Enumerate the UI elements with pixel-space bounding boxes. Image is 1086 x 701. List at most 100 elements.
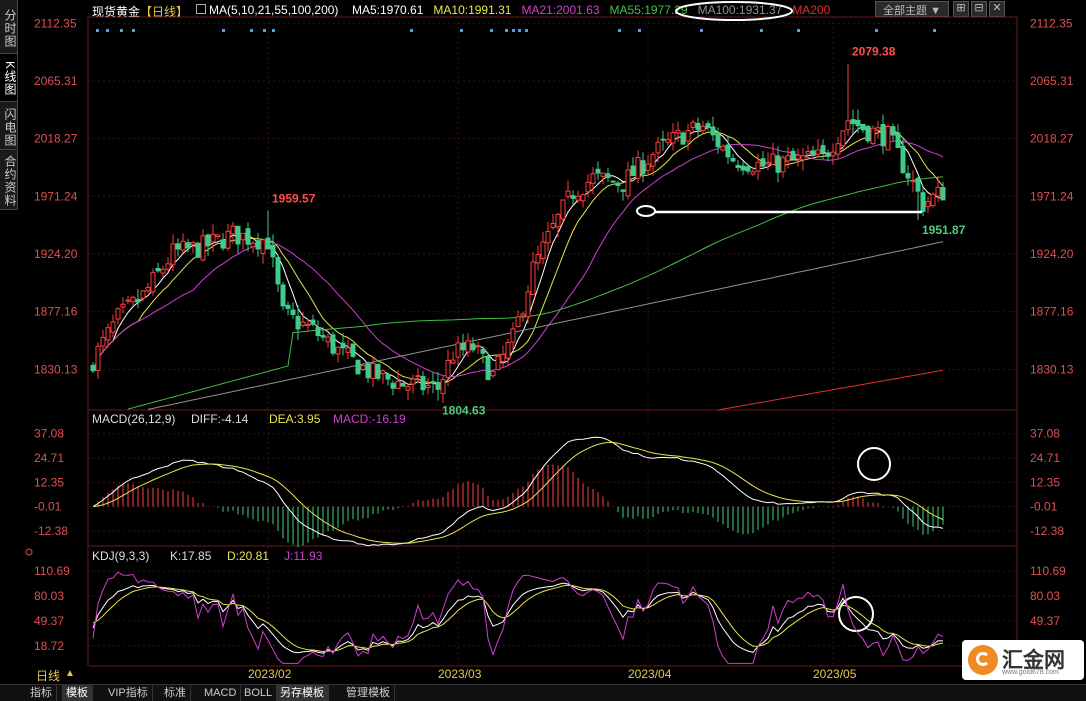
candle-body: [590, 173, 596, 184]
candle-8: [130, 295, 136, 306]
kline-window: 分时图 K线图 闪电图 合约资料 现货黄金 【日线】 MA(5,10,21,55,10…: [0, 0, 1086, 701]
candle-163: [905, 165, 911, 186]
candle-body: [140, 290, 146, 299]
candle-body: [740, 165, 746, 171]
candle-56: [370, 356, 376, 388]
xtick-0: 2023/02: [248, 667, 292, 681]
candle-70: [440, 375, 446, 404]
candle-body: [655, 141, 661, 154]
candle-147: [825, 149, 831, 162]
candle-32: [250, 240, 256, 254]
candle-134: [760, 151, 766, 168]
candle-150: [840, 130, 846, 150]
bottom-tab-5[interactable]: BOLL: [240, 685, 278, 701]
candle-body: [270, 244, 276, 258]
candle-104: [610, 180, 616, 183]
candle-body: [600, 172, 606, 177]
candle-77: [475, 341, 481, 355]
candle-body: [760, 158, 766, 167]
candle-157: [875, 120, 881, 139]
candle-5: [115, 307, 121, 325]
bottom-tab-7[interactable]: 管理模板: [342, 685, 395, 701]
candle-48: [330, 331, 336, 356]
candle-body: [345, 347, 351, 353]
candle-body: [305, 323, 311, 327]
bottom-tab-1[interactable]: 模板: [62, 685, 93, 701]
candle-95: [565, 180, 571, 200]
candle-body: [465, 340, 471, 353]
candle-167: [925, 196, 931, 213]
candle-51: [345, 339, 351, 359]
chart-canvas[interactable]: 2112.35 2112.35 2065.31 2065.31 2018.27 2018.…: [0, 0, 1086, 684]
candle-158: [880, 114, 886, 155]
price-annotation-1: 1804.63: [442, 404, 486, 418]
candle-body: [825, 153, 831, 157]
candle-9: [135, 288, 141, 309]
bottom-tab-0[interactable]: 指标: [26, 685, 57, 701]
candle-body: [405, 386, 411, 391]
candle-101: [595, 161, 601, 180]
signal-dot-12: [512, 29, 515, 32]
signal-dot-0: [96, 29, 99, 32]
candle-body: [885, 125, 891, 151]
candle-63: [405, 384, 411, 401]
chart-frame: [87, 16, 1018, 667]
candle-body: [640, 160, 646, 175]
candle-64: [410, 374, 416, 394]
signal-dot-1: [106, 29, 109, 32]
kdj-legend-1: K:17.85: [170, 549, 212, 563]
candle-body: [690, 121, 696, 128]
candle-159: [885, 124, 891, 151]
candle-body: [845, 120, 851, 131]
candle-body: [535, 254, 541, 264]
candle-body: [790, 150, 796, 160]
candle-body: [365, 363, 371, 379]
candle-body: [935, 186, 941, 197]
candle-body: [795, 154, 801, 160]
candle-body: [680, 132, 686, 145]
price-ytick-right-5: 1877.16: [34, 305, 78, 319]
candle-127: [725, 135, 731, 165]
candle-body: [485, 356, 491, 381]
candle-body: [235, 225, 241, 245]
bottom-tab-3[interactable]: 标准: [160, 685, 191, 701]
ma-line-MA10: [92, 129, 944, 385]
period-switch[interactable]: 日线 ▲: [0, 666, 90, 683]
period-switch-label: 日线: [36, 669, 61, 683]
bottom-tab-6[interactable]: 另存模板: [276, 685, 329, 701]
candle-79: [485, 352, 491, 381]
signal-dot-18: [760, 29, 763, 32]
candle-body: [905, 173, 911, 179]
price-ytick-left-4: 1924.20: [1030, 247, 1074, 261]
candle-body: [530, 261, 536, 295]
candle-90: [540, 231, 546, 265]
candle-20: [190, 241, 196, 254]
candle-59: [385, 372, 391, 386]
candle-22: [200, 228, 206, 262]
candle-body: [160, 268, 166, 274]
candle-114: [660, 130, 666, 151]
candle-body: [380, 370, 386, 375]
candle-body: [820, 145, 826, 153]
candle-168: [930, 192, 936, 208]
candle-30: [240, 232, 246, 250]
macd-legend-1: DIFF:-4.14: [191, 412, 249, 426]
candle-body: [400, 382, 406, 387]
candle-47: [325, 333, 331, 348]
candle-body: [245, 228, 251, 245]
candle-76: [470, 337, 476, 353]
candle-37: [275, 254, 281, 292]
bottom-tab-4[interactable]: MACD: [200, 685, 242, 701]
xtick-3: 2023/05: [813, 667, 857, 681]
candle-body: [665, 139, 671, 143]
candle-161: [895, 124, 901, 149]
logo: 汇金网 www.gold678.com: [962, 640, 1084, 680]
bottom-tab-2[interactable]: VIP指标: [104, 685, 153, 701]
candle-body: [610, 180, 616, 183]
logo-mark-icon: [968, 645, 998, 675]
candle-body: [240, 232, 246, 241]
candle-26: [220, 233, 226, 251]
candle-23: [205, 233, 211, 256]
candle-138: [780, 155, 786, 178]
kdj-ytick-right-0: 110.69: [34, 564, 70, 578]
